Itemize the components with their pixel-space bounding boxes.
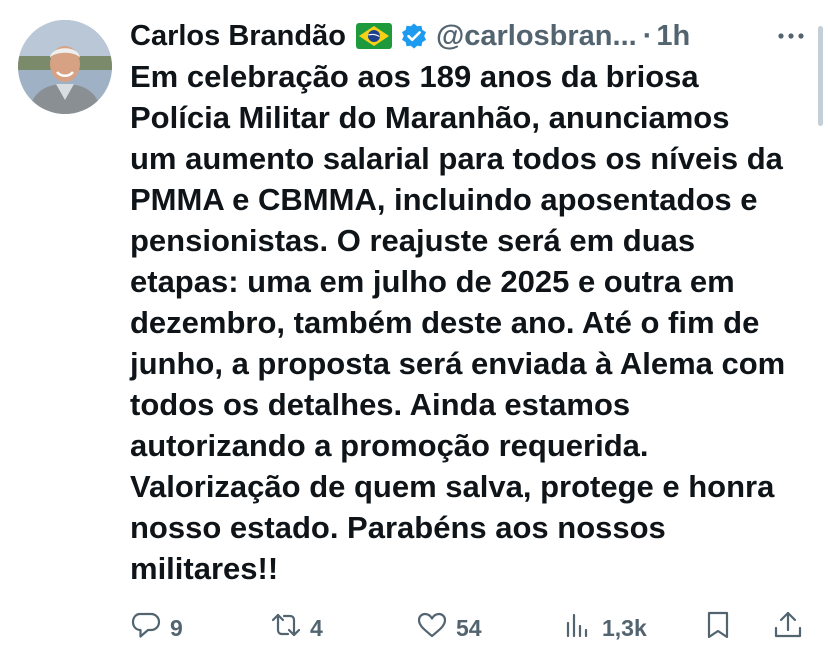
scrollbar[interactable] bbox=[818, 26, 823, 126]
bookmark-icon bbox=[702, 609, 734, 647]
tweet-text-line: Polícia Militar do Maranhão, anunciamos bbox=[130, 100, 730, 135]
reply-button[interactable]: 9 bbox=[130, 606, 183, 650]
views-chart-icon bbox=[562, 609, 594, 647]
timestamp[interactable]: 1h bbox=[656, 20, 690, 53]
avatar-photo bbox=[18, 20, 112, 114]
verified-badge-icon bbox=[400, 22, 428, 50]
avatar[interactable] bbox=[18, 20, 112, 114]
tweet-text-line: pensionistas. O reajuste será em duas bbox=[130, 223, 696, 258]
reply-count: 9 bbox=[170, 614, 183, 641]
tweet-text-line: um aumento salarial para todos os níveis… bbox=[130, 141, 783, 176]
tweet-text-line: todos os detalhes. Ainda estamos bbox=[130, 387, 631, 422]
views-count: 1,3k bbox=[602, 614, 647, 641]
retweet-button[interactable]: 4 bbox=[270, 606, 323, 650]
like-button[interactable]: 54 bbox=[416, 606, 482, 650]
share-icon bbox=[772, 609, 804, 647]
tweet: Carlos Brandão @carlosbran... · 1h Em ce… bbox=[0, 0, 828, 667]
separator-dot: · bbox=[642, 19, 653, 52]
like-count: 54 bbox=[456, 614, 482, 641]
heart-icon bbox=[416, 609, 448, 647]
tweet-text-line: dezembro, também deste ano. Até o fim de bbox=[130, 305, 760, 340]
tweet-text-line: PMMA e CBMMA, incluindo aposentados e bbox=[130, 182, 758, 217]
tweet-text-line: autorizando a promoção requerida. bbox=[130, 428, 649, 463]
display-name[interactable]: Carlos Brandão bbox=[130, 20, 346, 53]
views-button[interactable]: 1,3k bbox=[562, 606, 647, 650]
action-bar: 9 4 54 1,3k bbox=[130, 606, 810, 650]
tweet-text-line: nosso estado. Parabéns aos nossos bbox=[130, 510, 666, 545]
tweet-text-line: Em celebração aos 189 anos da briosa bbox=[130, 59, 699, 94]
share-button[interactable] bbox=[772, 606, 804, 650]
bookmark-button[interactable] bbox=[702, 606, 734, 650]
tweet-text: Em celebração aos 189 anos da briosa Pol… bbox=[130, 56, 816, 589]
tweet-header: Carlos Brandão @carlosbran... · 1h bbox=[130, 14, 690, 58]
tweet-text-line: etapas: uma em julho de 2025 e outra em bbox=[130, 264, 735, 299]
retweet-count: 4 bbox=[310, 614, 323, 641]
retweet-icon bbox=[270, 609, 302, 647]
handle[interactable]: @carlosbran... bbox=[436, 20, 637, 53]
tweet-text-line: junho, a proposta será enviada à Alema c… bbox=[130, 346, 786, 381]
more-options-icon[interactable] bbox=[776, 26, 806, 46]
tweet-text-line: militares!! bbox=[130, 551, 279, 586]
reply-icon bbox=[130, 609, 162, 647]
brazil-flag-icon bbox=[355, 23, 392, 49]
tweet-text-line: Valorização de quem salva, protege e hon… bbox=[130, 469, 775, 504]
